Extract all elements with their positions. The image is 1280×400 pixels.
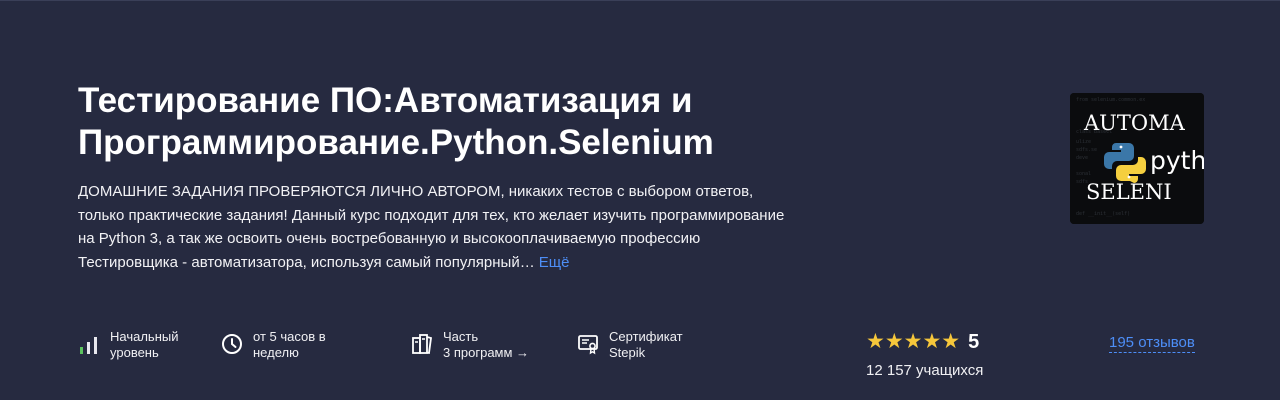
course-rating: ★★★★★ 5: [866, 330, 979, 354]
fact-workload-line1: от 5 часов в: [253, 329, 326, 344]
svg-text:def __init__(self): def __init__(self): [1076, 211, 1130, 217]
rating-value: 5: [968, 331, 980, 353]
clock-icon: [222, 334, 242, 354]
certificate-icon: [578, 335, 598, 355]
course-title-line-2: Программирование.Python.Selenium: [78, 123, 714, 162]
books-icon: [412, 334, 432, 355]
cover-text-automation: AUTOMA: [1083, 111, 1186, 135]
show-more-link[interactable]: Ещё: [539, 254, 570, 271]
course-title: Тестирование ПО:Автоматизация и Программ…: [78, 80, 838, 164]
course-summary: ДОМАШНИЕ ЗАДАНИЯ ПРОВЕРЯЮТСЯ ЛИЧНО АВТОР…: [78, 180, 798, 274]
cover-art: from selenium.common.ex class BaseCl uli…: [1070, 93, 1204, 224]
fact-workload-line2: неделю: [253, 345, 299, 360]
course-cover-image[interactable]: from selenium.common.ex class BaseCl uli…: [1070, 93, 1204, 224]
fact-certificate: Сертификат Stepik: [577, 329, 683, 361]
svg-text:sdfs.se: sdfs.se: [1076, 147, 1097, 153]
cover-text-python: pyth: [1150, 146, 1204, 175]
svg-text:sonal: sonal: [1076, 171, 1091, 177]
fact-level: Начальный уровень: [78, 329, 178, 361]
fact-certificate-line2: Stepik: [609, 345, 646, 360]
fact-certificate-line1: Сертификат: [609, 329, 683, 344]
svg-text:deve: deve: [1076, 155, 1088, 161]
svg-text:ulize: ulize: [1076, 139, 1091, 145]
fact-programs-line1: Часть: [443, 329, 479, 344]
cover-text-selenium: SELENI: [1086, 180, 1172, 204]
learners-count: 12 157 учащихся: [866, 362, 984, 379]
rating-stars-icon: ★★★★★: [866, 330, 961, 353]
fact-level-line2: уровень: [110, 345, 159, 360]
fact-level-line1: Начальный: [110, 329, 179, 344]
course-title-line-1: Тестирование ПО:Автоматизация и: [78, 81, 693, 120]
course-summary-text: ДОМАШНИЕ ЗАДАНИЯ ПРОВЕРЯЮТСЯ ЛИЧНО АВТОР…: [78, 183, 785, 271]
reviews-link[interactable]: 195 отзывов: [1109, 334, 1195, 353]
fact-programs[interactable]: Часть 3 программ →: [411, 329, 529, 361]
level-bars-icon: [80, 337, 97, 354]
fact-programs-line2[interactable]: 3 программ →: [443, 345, 529, 361]
svg-text:from selenium.common.ex: from selenium.common.ex: [1076, 97, 1145, 103]
top-divider: [0, 0, 1280, 1]
fact-workload: от 5 часов в неделю: [221, 329, 326, 361]
